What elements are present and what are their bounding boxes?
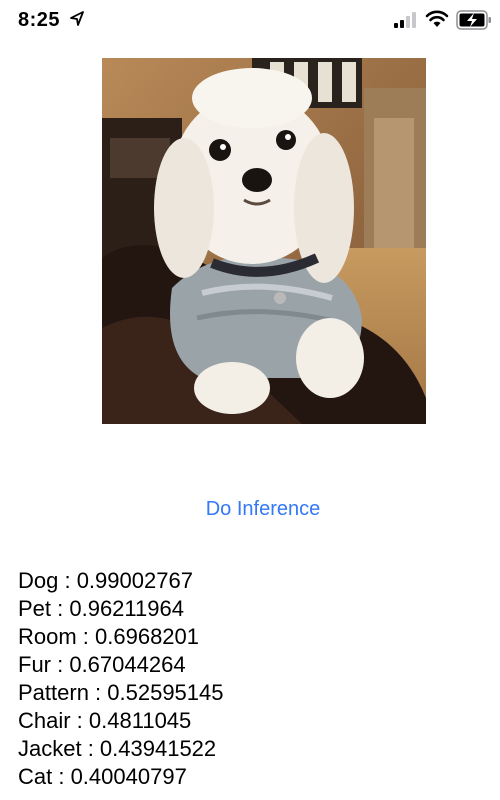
- result-item-chair: Chair : 0.4811045: [18, 708, 192, 733]
- result-item-room: Room : 0.6968201: [18, 624, 200, 649]
- location-arrow-icon: [70, 11, 84, 26]
- wifi-icon: [425, 10, 449, 27]
- result-item-pattern: Pattern : 0.52595145: [18, 680, 224, 705]
- cellular-signal-icon: [394, 12, 416, 28]
- result-item-pet: Pet : 0.96211964: [18, 596, 184, 621]
- result-item-jacket: Jacket : 0.43941522: [18, 736, 217, 761]
- battery-charging-icon: [456, 10, 491, 30]
- status-bar: 8:25: [0, 0, 500, 44]
- dog-photo: [102, 58, 426, 424]
- result-item-cat: Cat : 0.40040797: [18, 764, 187, 789]
- inference-results-list: Dog : 0.99002767 Pet : 0.96211964 Room :…: [18, 567, 224, 791]
- do-inference-button[interactable]: Do Inference: [0, 498, 500, 521]
- result-item-dog: Dog : 0.99002767: [18, 568, 193, 593]
- dog-photo-illustration: [102, 58, 426, 424]
- status-time: 8:25: [18, 9, 61, 31]
- result-item-fur: Fur : 0.67044264: [18, 652, 186, 677]
